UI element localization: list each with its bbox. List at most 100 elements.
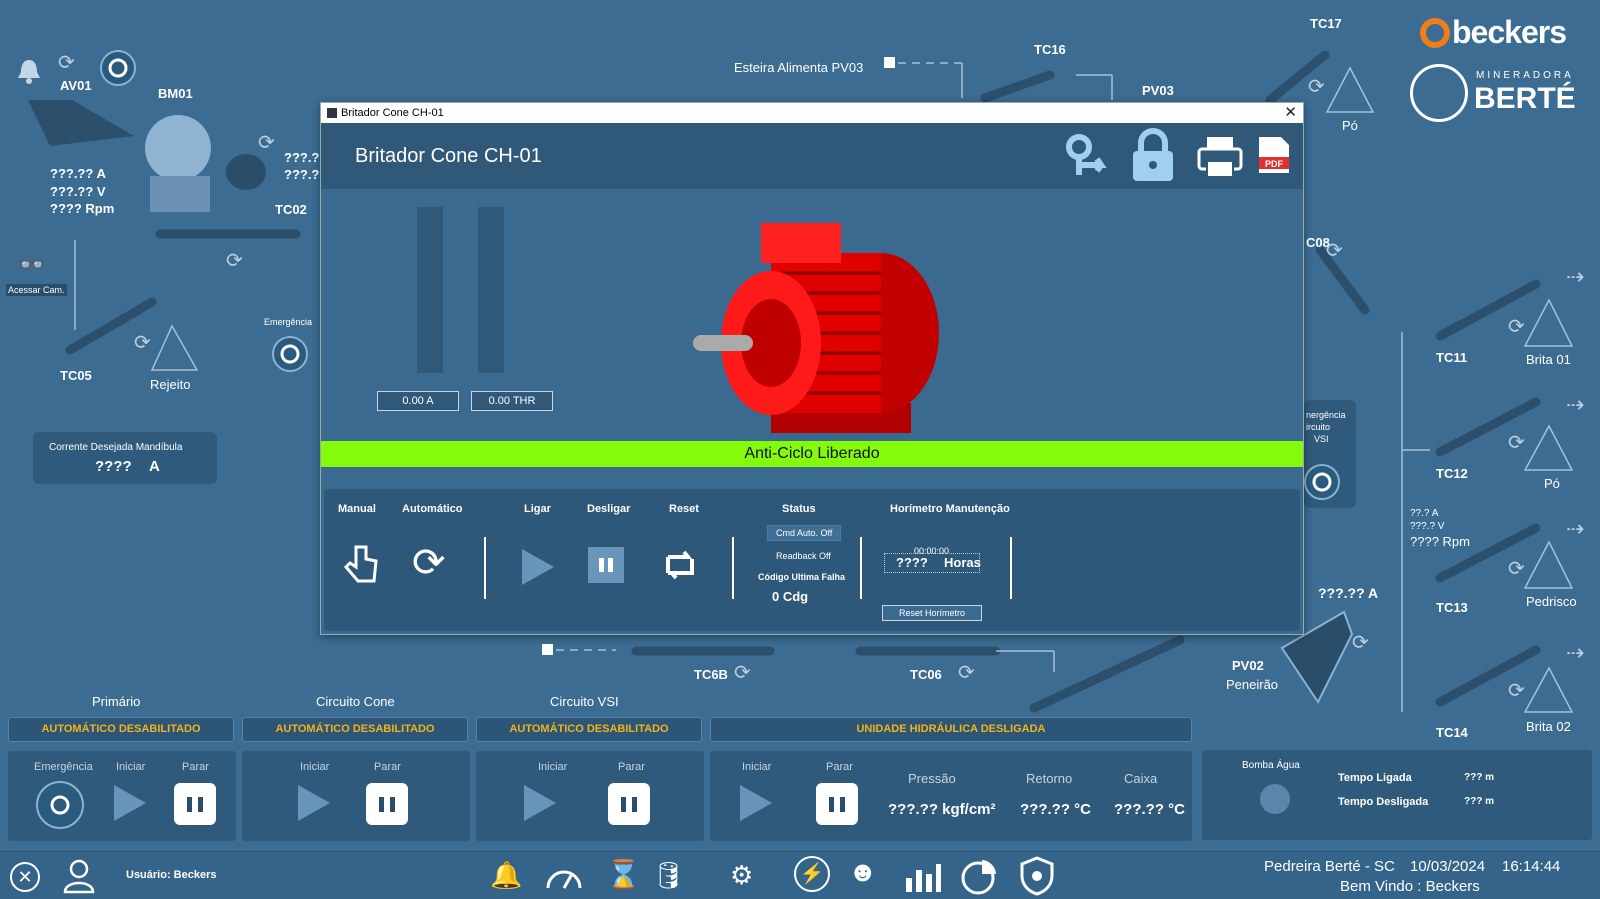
refresh-icon[interactable]: ⟳ xyxy=(734,660,751,685)
gauge-icon[interactable] xyxy=(544,860,584,897)
corrente-unit: A xyxy=(149,458,160,475)
hidraulica-play-button[interactable] xyxy=(740,785,772,821)
vsi-play-button[interactable] xyxy=(524,785,556,821)
section-cone: Circuito Cone xyxy=(316,694,395,709)
cmd-auto-tag: Cmd Auto. Off xyxy=(767,525,842,541)
refresh-icon[interactable]: ⟳ xyxy=(1508,430,1525,455)
route-icon[interactable]: ⇢ xyxy=(1566,264,1584,290)
berte-text: BERTÉ xyxy=(1474,82,1576,115)
lightning-icon[interactable]: ⚡ xyxy=(794,856,830,892)
av01-reset-button[interactable] xyxy=(100,50,136,86)
emergencia-button[interactable] xyxy=(272,336,308,372)
route-icon[interactable] xyxy=(1063,131,1115,186)
acessar-cam-label[interactable]: Acessar Cam. xyxy=(6,284,67,296)
status-hidraulica: UNIDADE HIDRÁULICA DESLIGADA xyxy=(710,717,1192,742)
ligar-play-button[interactable] xyxy=(522,549,554,585)
primario-play-button[interactable] xyxy=(114,785,146,821)
motor-image xyxy=(693,223,939,433)
emerg-vsi-line1: nergência xyxy=(1306,410,1346,420)
horimetro-value: ???? xyxy=(896,555,928,570)
hourglass-icon[interactable]: ⌛ xyxy=(606,858,641,891)
refresh-icon[interactable]: ⟳ xyxy=(258,130,275,155)
refresh-icon[interactable]: ⟳ xyxy=(58,50,75,75)
tc14-label: TC14 xyxy=(1436,725,1468,740)
meter-a-value: 0.00 A xyxy=(377,391,459,411)
refresh-icon[interactable]: ⟳ xyxy=(958,660,975,685)
desligar-pause-button[interactable] xyxy=(588,547,624,583)
reset-horimetro-button[interactable]: Reset Horímetro xyxy=(882,605,982,621)
horimetro-unit: Horas xyxy=(944,555,981,570)
bm-amps: ???.?? A xyxy=(50,166,106,181)
welcome-text: Bem Vindo : Beckers xyxy=(1340,878,1480,895)
lock-icon[interactable] xyxy=(1129,127,1177,188)
hidraulica-pause-button[interactable] xyxy=(816,783,858,825)
refresh-icon[interactable]: ⟳ xyxy=(226,248,243,273)
tc11-label: TC11 xyxy=(1436,350,1468,365)
tc13-label: TC13 xyxy=(1436,600,1468,615)
refresh-icon[interactable]: ⟳ xyxy=(134,330,151,355)
status-cone: AUTOMÁTICO DESABILITADO xyxy=(242,717,468,742)
print-icon[interactable] xyxy=(1197,135,1243,184)
retorno-label: Retorno xyxy=(1026,771,1073,786)
corrente-value: ???? xyxy=(95,458,132,475)
header-ligar: Ligar xyxy=(524,503,551,515)
beckers-logo: beckers xyxy=(1420,14,1567,51)
window-icon xyxy=(327,108,337,118)
exit-icon[interactable]: ✕ xyxy=(10,862,40,892)
emergencia-vsi-button[interactable] xyxy=(1304,464,1340,500)
equipment-icon[interactable]: ⚙ xyxy=(730,860,753,891)
alarm-bell-icon[interactable] xyxy=(14,56,44,91)
refresh-icon[interactable]: ⟳ xyxy=(1308,74,1325,99)
vsi-controls: Iniciar Parar xyxy=(476,751,704,841)
cone-play-button[interactable] xyxy=(298,785,330,821)
oil-can-icon[interactable]: 🛢 xyxy=(652,860,685,891)
pump-icon[interactable] xyxy=(1260,784,1290,814)
header-automatico: Automático xyxy=(402,503,463,515)
reset-icon[interactable] xyxy=(660,545,700,590)
automatic-cycle-icon[interactable]: ⟳ xyxy=(412,543,446,583)
corrente-title: Corrente Desejada Mandíbula xyxy=(49,442,183,453)
refresh-icon[interactable]: ⟳ xyxy=(1352,630,1369,655)
iniciar-label: Iniciar xyxy=(116,761,146,773)
primario-emergencia-button[interactable] xyxy=(36,781,84,829)
header-reset: Reset xyxy=(669,503,699,515)
route-icon[interactable]: ⇢ xyxy=(1566,392,1584,418)
settings-shield-icon[interactable] xyxy=(1018,856,1056,899)
cone-pause-button[interactable] xyxy=(366,783,408,825)
refresh-icon[interactable]: ⟳ xyxy=(1508,678,1525,703)
route-icon[interactable]: ⇢ xyxy=(1566,516,1584,542)
bar-chart-icon[interactable] xyxy=(902,858,942,899)
bm-partial-a: ???.? xyxy=(284,150,320,165)
refresh-icon[interactable]: ⟳ xyxy=(1508,314,1525,339)
tempo-desligada-value: ??? m xyxy=(1464,796,1494,807)
user-icon[interactable] xyxy=(62,858,96,899)
tc13-amps: ??.? A xyxy=(1410,508,1439,519)
worker-icon[interactable]: ☻ xyxy=(848,856,877,888)
alarm-icon[interactable]: 🔔 xyxy=(490,860,522,891)
pdf-icon[interactable]: PDF xyxy=(1257,135,1291,180)
av01-label: AV01 xyxy=(60,78,92,93)
refresh-icon[interactable]: ⟳ xyxy=(1326,238,1343,263)
tc6b-label: TC6B xyxy=(694,667,728,682)
britador-dialog: Britador Cone CH-01 ✕ Britador Cone CH-0… xyxy=(320,102,1304,635)
date-text: 10/03/2024 xyxy=(1410,858,1486,875)
tc16-label: TC16 xyxy=(1034,42,1066,57)
primario-controls: Emergência Iniciar Parar xyxy=(8,751,236,841)
separator xyxy=(860,537,862,599)
refresh-icon[interactable]: ⟳ xyxy=(1508,556,1525,581)
camera-glasses-icon[interactable]: 👓 xyxy=(18,252,45,278)
taskbar: ✕ Usuário: Beckers 🔔 ⌛ 🛢 ⚙ ⚡ ☻ Pedreira … xyxy=(0,851,1600,899)
pie-chart-icon[interactable] xyxy=(960,858,998,899)
route-icon[interactable]: ⇢ xyxy=(1566,640,1584,666)
hand-icon[interactable] xyxy=(342,543,382,590)
rejeito-label: Rejeito xyxy=(150,377,191,392)
primario-pause-button[interactable] xyxy=(174,783,216,825)
header-horimetro: Horímetro Manutenção xyxy=(890,503,1010,515)
emergencia-label: Emergência xyxy=(34,761,93,773)
anti-ciclo-banner: Anti-Ciclo Liberado xyxy=(321,441,1303,467)
dialog-title: Britador Cone CH-01 xyxy=(355,145,542,167)
po-top-label: Pó xyxy=(1342,118,1358,133)
vsi-pause-button[interactable] xyxy=(608,783,650,825)
close-icon[interactable]: ✕ xyxy=(1284,104,1297,122)
svg-text:PDF: PDF xyxy=(1265,159,1284,169)
